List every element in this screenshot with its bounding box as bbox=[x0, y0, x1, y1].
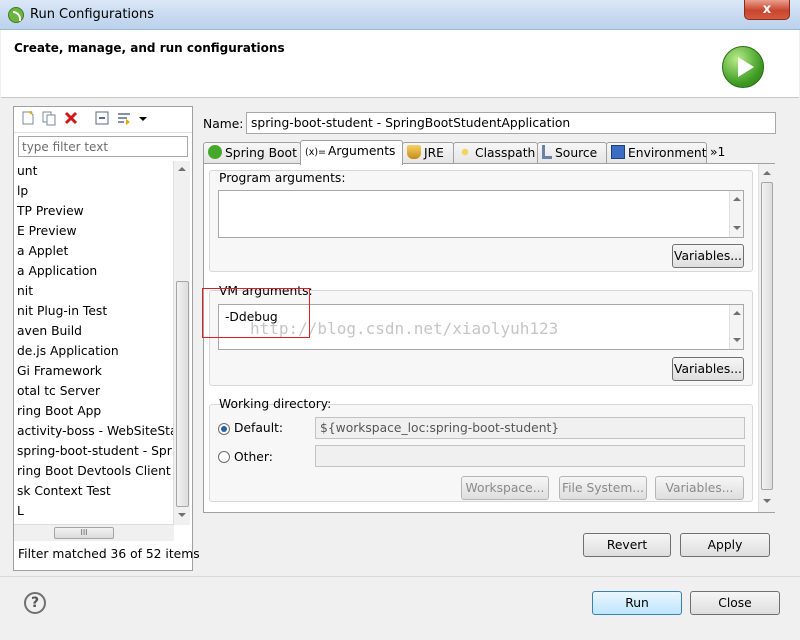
default-directory-field: ${workspace_loc:spring-boot-student} bbox=[315, 417, 745, 439]
other-radio[interactable] bbox=[218, 451, 230, 463]
run-icon bbox=[722, 46, 764, 88]
file-system-button[interactable]: File System... bbox=[559, 476, 647, 500]
panel-vertical-scrollbar[interactable] bbox=[758, 164, 775, 512]
arguments-panel: Program arguments: Variables... VM argum… bbox=[203, 163, 775, 513]
spring-boot-icon bbox=[208, 145, 222, 159]
tab-spring-boot[interactable]: Spring Boot bbox=[203, 142, 301, 164]
classpath-icon bbox=[458, 145, 472, 159]
source-icon bbox=[542, 145, 552, 159]
view-menu-chevron-down-icon[interactable] bbox=[138, 110, 148, 126]
default-label: Default: bbox=[234, 421, 284, 435]
window-title: Run Configurations bbox=[30, 7, 154, 22]
working-variables-button[interactable]: Variables... bbox=[655, 476, 744, 500]
tab-environment[interactable]: Environment bbox=[606, 142, 707, 164]
arguments-icon: (x)= bbox=[305, 147, 326, 158]
tab-jre[interactable]: JRE bbox=[402, 142, 454, 164]
program-arguments-label: Program arguments: bbox=[219, 171, 346, 185]
delete-icon[interactable] bbox=[63, 110, 79, 126]
tree-item[interactable]: L bbox=[14, 501, 174, 521]
tree-item[interactable]: ring Boot App bbox=[14, 401, 174, 421]
tree-item[interactable]: a Applet bbox=[14, 241, 174, 261]
scroll-up-icon[interactable] bbox=[733, 311, 741, 315]
left-toolbar bbox=[14, 107, 192, 133]
tree-item[interactable]: Gi Framework bbox=[14, 361, 174, 381]
more-tabs-chevron-icon[interactable]: »1 bbox=[706, 142, 730, 164]
config-tabs: Spring Boot (x)= Arguments JRE Classpath … bbox=[203, 140, 775, 165]
other-directory-field bbox=[315, 445, 745, 467]
scroll-down-icon[interactable] bbox=[733, 338, 741, 342]
program-arguments-textarea[interactable] bbox=[218, 190, 744, 238]
textarea-scrollbar[interactable] bbox=[729, 191, 743, 237]
configuration-name-input[interactable] bbox=[246, 112, 776, 134]
tab-source[interactable]: Source bbox=[537, 142, 607, 164]
tree-item[interactable]: ring Boot Devtools Client bbox=[14, 461, 174, 481]
tab-arguments[interactable]: (x)= Arguments bbox=[300, 140, 403, 165]
filter-input[interactable] bbox=[18, 136, 188, 157]
name-label: Name: bbox=[203, 117, 244, 131]
duplicate-icon[interactable] bbox=[41, 110, 57, 126]
tree-item-selected[interactable]: spring-boot-student - Spr bbox=[14, 441, 174, 461]
vm-variables-button[interactable]: Variables... bbox=[672, 357, 744, 381]
close-button[interactable]: Close bbox=[690, 591, 780, 615]
jre-icon bbox=[407, 145, 421, 159]
tree-item[interactable]: nit Plug-in Test bbox=[14, 301, 174, 321]
revert-button[interactable]: Revert bbox=[583, 533, 671, 557]
scroll-down-icon[interactable] bbox=[178, 513, 186, 517]
apply-button[interactable]: Apply bbox=[680, 533, 770, 557]
tree-item[interactable]: unt bbox=[14, 161, 174, 181]
environment-icon bbox=[611, 145, 625, 159]
collapse-all-icon[interactable] bbox=[94, 110, 110, 126]
tree-item[interactable]: activity-boss - WebSiteSta bbox=[14, 421, 174, 441]
spring-app-icon bbox=[8, 7, 24, 23]
tree-item[interactable]: otal tc Server bbox=[14, 381, 174, 401]
scroll-thumb[interactable] bbox=[761, 182, 773, 490]
tree-item[interactable]: a Application bbox=[14, 261, 174, 281]
tree-item[interactable]: sk Context Test bbox=[14, 481, 174, 501]
tree-horizontal-scrollbar[interactable]: III bbox=[14, 524, 174, 541]
scroll-down-icon[interactable] bbox=[733, 226, 741, 230]
filter-icon[interactable] bbox=[116, 110, 132, 126]
run-button[interactable]: Run bbox=[592, 591, 682, 615]
filter-status: Filter matched 36 of 52 items bbox=[18, 547, 200, 561]
program-variables-button[interactable]: Variables... bbox=[672, 244, 744, 268]
scroll-down-icon[interactable] bbox=[763, 499, 771, 503]
scroll-thumb[interactable] bbox=[176, 281, 189, 507]
highlight-annotation-box bbox=[202, 288, 310, 338]
default-radio[interactable] bbox=[218, 423, 230, 435]
divider bbox=[0, 576, 800, 577]
window-close-button[interactable]: x bbox=[744, 0, 790, 20]
tree-item[interactable]: E Preview bbox=[14, 221, 174, 241]
tree-item[interactable]: nit bbox=[14, 281, 174, 301]
tree-item[interactable]: de.js Application bbox=[14, 341, 174, 361]
scroll-up-icon[interactable] bbox=[763, 171, 771, 175]
hscroll-thumb[interactable]: III bbox=[54, 527, 114, 539]
scroll-up-icon[interactable] bbox=[178, 167, 186, 171]
tree-item[interactable]: lp bbox=[14, 181, 174, 201]
banner-title: Create, manage, and run configurations bbox=[14, 41, 285, 55]
configuration-tree: unt lp TP Preview E Preview a Applet a A… bbox=[14, 161, 174, 524]
tree-item[interactable]: aven Build bbox=[14, 321, 174, 341]
tab-classpath[interactable]: Classpath bbox=[453, 142, 538, 164]
help-icon[interactable]: ? bbox=[24, 592, 46, 614]
working-directory-label: Working directory: bbox=[219, 397, 332, 411]
tree-vertical-scrollbar[interactable] bbox=[173, 161, 190, 525]
scroll-up-icon[interactable] bbox=[733, 197, 741, 201]
workspace-button[interactable]: Workspace... bbox=[461, 476, 549, 500]
textarea-scrollbar[interactable] bbox=[729, 305, 743, 349]
new-configuration-icon[interactable] bbox=[20, 110, 36, 126]
other-label: Other: bbox=[234, 450, 273, 464]
tree-item[interactable]: TP Preview bbox=[14, 201, 174, 221]
